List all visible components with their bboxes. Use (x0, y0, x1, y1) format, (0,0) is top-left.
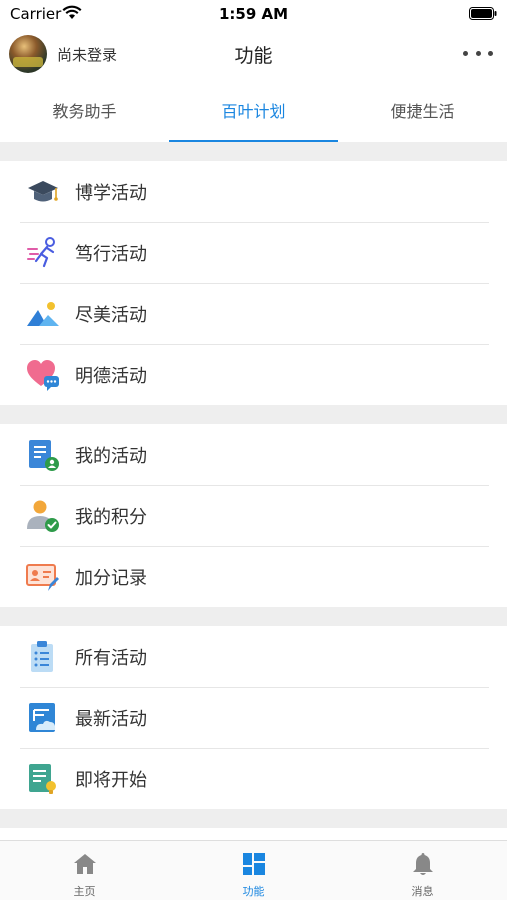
list-item-boxue[interactable]: 博学活动 (0, 161, 507, 222)
list-item-label: 笃行活动 (75, 244, 147, 265)
status-bar: Carrier 1:59 AM (0, 0, 507, 28)
list-item-label: 我的积分 (75, 507, 147, 528)
status-time: 1:59 AM (218, 5, 289, 23)
heart-chat-icon (27, 360, 59, 391)
clipboard-list-icon (31, 641, 53, 672)
document-user-icon (29, 440, 59, 471)
tab-label: 功能 (242, 885, 265, 898)
more-options-icon[interactable] (463, 41, 493, 65)
list-item-label: 我的活动 (75, 446, 147, 467)
user-check-icon (27, 500, 59, 532)
list-item-my-points[interactable]: 我的积分 (0, 485, 507, 546)
id-card-edit-icon (26, 564, 59, 591)
tab-hundred-leaf-plan[interactable]: 百叶计划 (169, 84, 338, 142)
list-item-label: 加分记录 (75, 568, 147, 589)
battery-icon (469, 7, 497, 20)
activity-browse-section: 所有活动 最新活动 即将开始 (0, 626, 507, 809)
page-title: 功能 (234, 45, 273, 67)
list-item-label: 博学活动 (75, 183, 147, 204)
tab-functions[interactable]: 功能 (169, 841, 338, 900)
list-item-label: 尽美活动 (75, 305, 147, 326)
list-item-label: 最新活动 (75, 709, 147, 730)
section-divider (0, 142, 507, 161)
my-records-section: 我的活动 我的积分 加分记录 (0, 424, 507, 607)
section-divider (0, 405, 507, 424)
navigation-bar: 尚未登录 功能 (0, 28, 507, 80)
tab-messages[interactable]: 消息 (338, 841, 507, 900)
category-tabs: 教务助手 百叶计划 便捷生活 (0, 84, 507, 142)
list-item-all-activities[interactable]: 所有活动 (0, 626, 507, 687)
list-item-label: 明德活动 (75, 366, 147, 387)
activity-category-section: 博学活动 笃行活动 尽美活动 明德活动 (0, 161, 507, 405)
list-item-my-activities[interactable]: 我的活动 (0, 424, 507, 485)
running-person-icon (27, 237, 55, 268)
tab-home[interactable]: 主页 (0, 841, 169, 900)
list-item-label: 即将开始 (75, 770, 147, 791)
list-item-duxing[interactable]: 笃行活动 (0, 222, 507, 283)
feature-list: 博学活动 笃行活动 尽美活动 明德活动 我的活动 我的积分 加分记录 所有活动 … (0, 142, 507, 840)
tab-label: 主页 (73, 885, 96, 898)
section-divider (0, 809, 507, 828)
section-divider (0, 607, 507, 626)
landscape-icon (27, 302, 59, 326)
tab-academic-assistant[interactable]: 教务助手 (0, 84, 169, 142)
bell-icon (412, 853, 433, 875)
graduation-cap-icon (28, 181, 58, 202)
tab-convenient-life[interactable]: 便捷生活 (338, 84, 507, 142)
document-cloud-icon (29, 703, 56, 732)
list-item-mingde[interactable]: 明德活动 (0, 344, 507, 405)
list-item-jinmei[interactable]: 尽美活动 (0, 283, 507, 344)
list-item-label: 所有活动 (75, 648, 147, 669)
grid-icon (242, 853, 265, 875)
tab-label: 消息 (411, 885, 434, 898)
document-bulb-icon (29, 764, 56, 794)
home-icon (73, 854, 96, 874)
bottom-tab-bar: 主页 功能 消息 (0, 840, 507, 900)
list-item-bonus-records[interactable]: 加分记录 (0, 546, 507, 607)
list-item-upcoming[interactable]: 即将开始 (0, 748, 507, 809)
list-item-latest-activities[interactable]: 最新活动 (0, 687, 507, 748)
